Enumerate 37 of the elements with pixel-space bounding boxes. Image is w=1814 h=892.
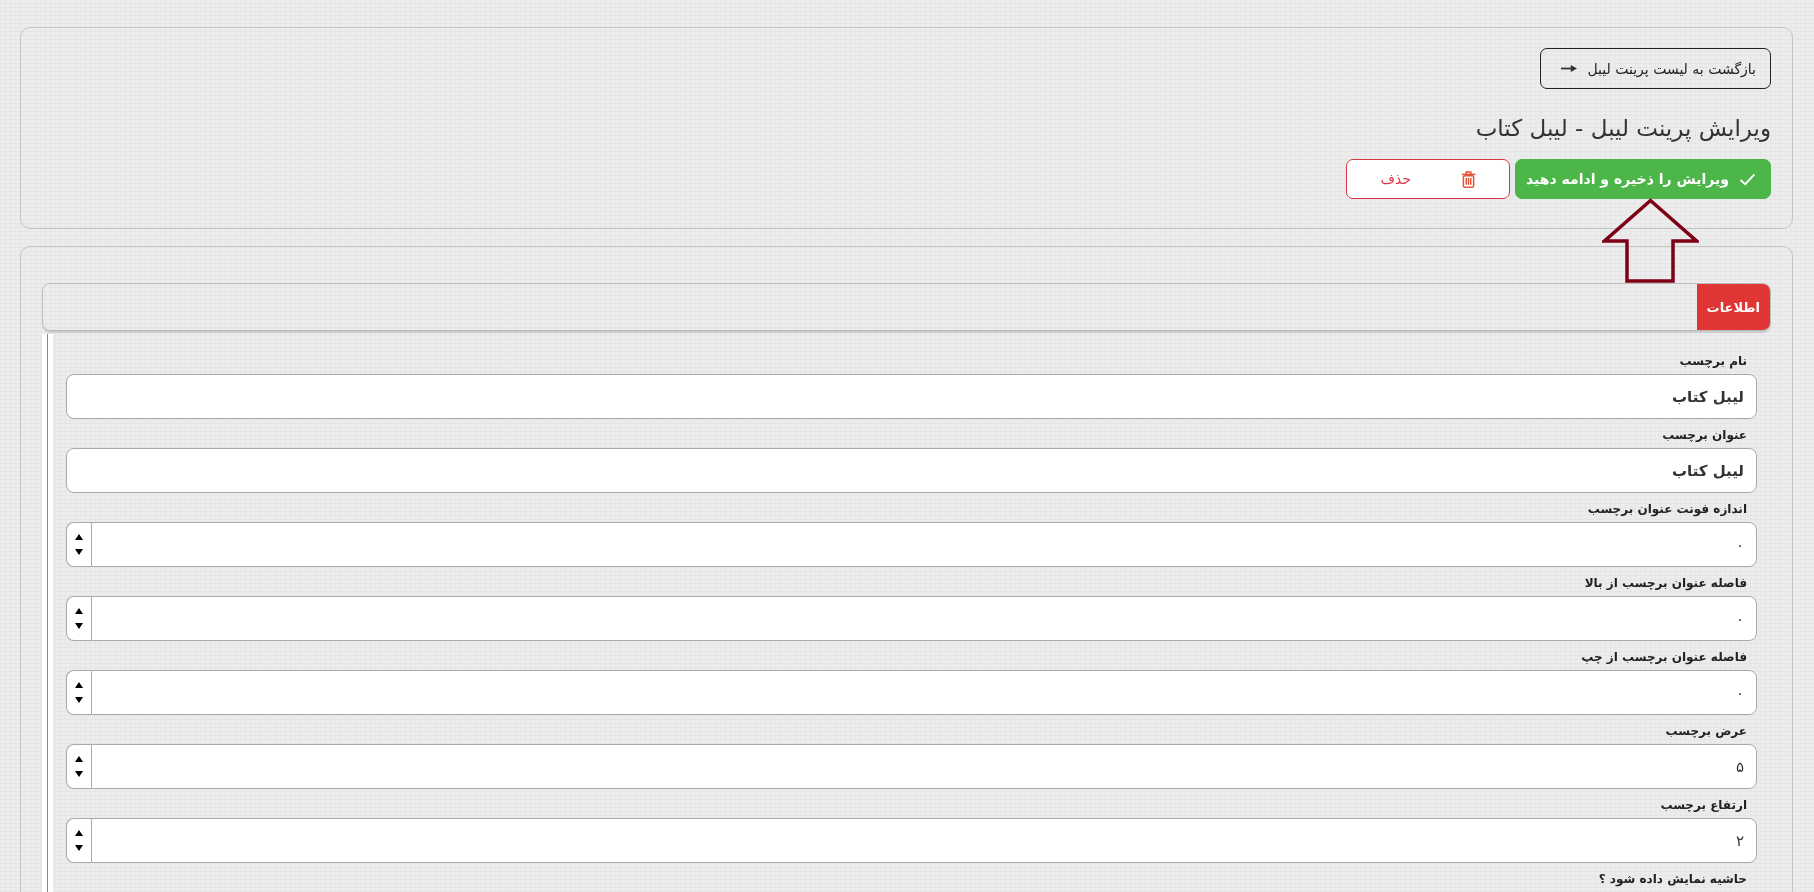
- delete-button[interactable]: حذف: [1345, 159, 1510, 199]
- trash-icon: [1460, 170, 1476, 188]
- stepper-control[interactable]: [66, 744, 91, 789]
- text-input[interactable]: لیبل کتاب: [66, 448, 1757, 493]
- text-input[interactable]: لیبل کتاب: [66, 374, 1757, 419]
- field-label: نام برچسب: [1679, 353, 1748, 370]
- number-input[interactable]: ۰: [91, 522, 1757, 567]
- number-input[interactable]: ۲: [91, 818, 1757, 863]
- field-label: فاصله عنوان برچسب از بالا: [1584, 575, 1748, 592]
- stepper-control[interactable]: [66, 818, 91, 863]
- down-triangle-icon[interactable]: [75, 549, 83, 555]
- up-triangle-icon[interactable]: [75, 608, 83, 614]
- up-triangle-icon[interactable]: [75, 756, 83, 762]
- down-triangle-icon[interactable]: [75, 771, 83, 777]
- field-label: فاصله عنوان برچسب از چپ: [1581, 649, 1748, 666]
- page-title: ویرایش پرینت لیبل - لیبل کتاب: [1475, 114, 1771, 144]
- number-input[interactable]: ۵: [91, 744, 1757, 789]
- up-triangle-icon[interactable]: [75, 534, 83, 540]
- back-button[interactable]: بازگشت به لیست پرینت لیبل: [1540, 48, 1771, 89]
- field-label: عرض برچسب: [1665, 723, 1748, 740]
- stepper-control[interactable]: [66, 596, 91, 641]
- number-input[interactable]: ۰: [91, 670, 1757, 715]
- field-label: حاشیه نمایش داده شود ؟: [1598, 871, 1748, 888]
- number-input[interactable]: ۰: [91, 596, 1757, 641]
- check-icon: [1739, 172, 1756, 186]
- down-triangle-icon[interactable]: [75, 623, 83, 629]
- down-triangle-icon[interactable]: [75, 845, 83, 851]
- stepper-control[interactable]: [66, 522, 91, 567]
- stepper-control[interactable]: [66, 670, 91, 715]
- field-label: ارتفاع برچسب: [1660, 797, 1748, 814]
- down-triangle-icon[interactable]: [75, 697, 83, 703]
- right-arrow-icon: [1561, 64, 1578, 73]
- up-triangle-icon[interactable]: [75, 830, 83, 836]
- field-label: عنوان برچسب: [1662, 427, 1748, 444]
- field-label: اندازه فونت عنوان برچسب: [1587, 501, 1748, 518]
- up-triangle-icon[interactable]: [75, 682, 83, 688]
- tab[interactable]: اطلاعات: [1696, 284, 1770, 330]
